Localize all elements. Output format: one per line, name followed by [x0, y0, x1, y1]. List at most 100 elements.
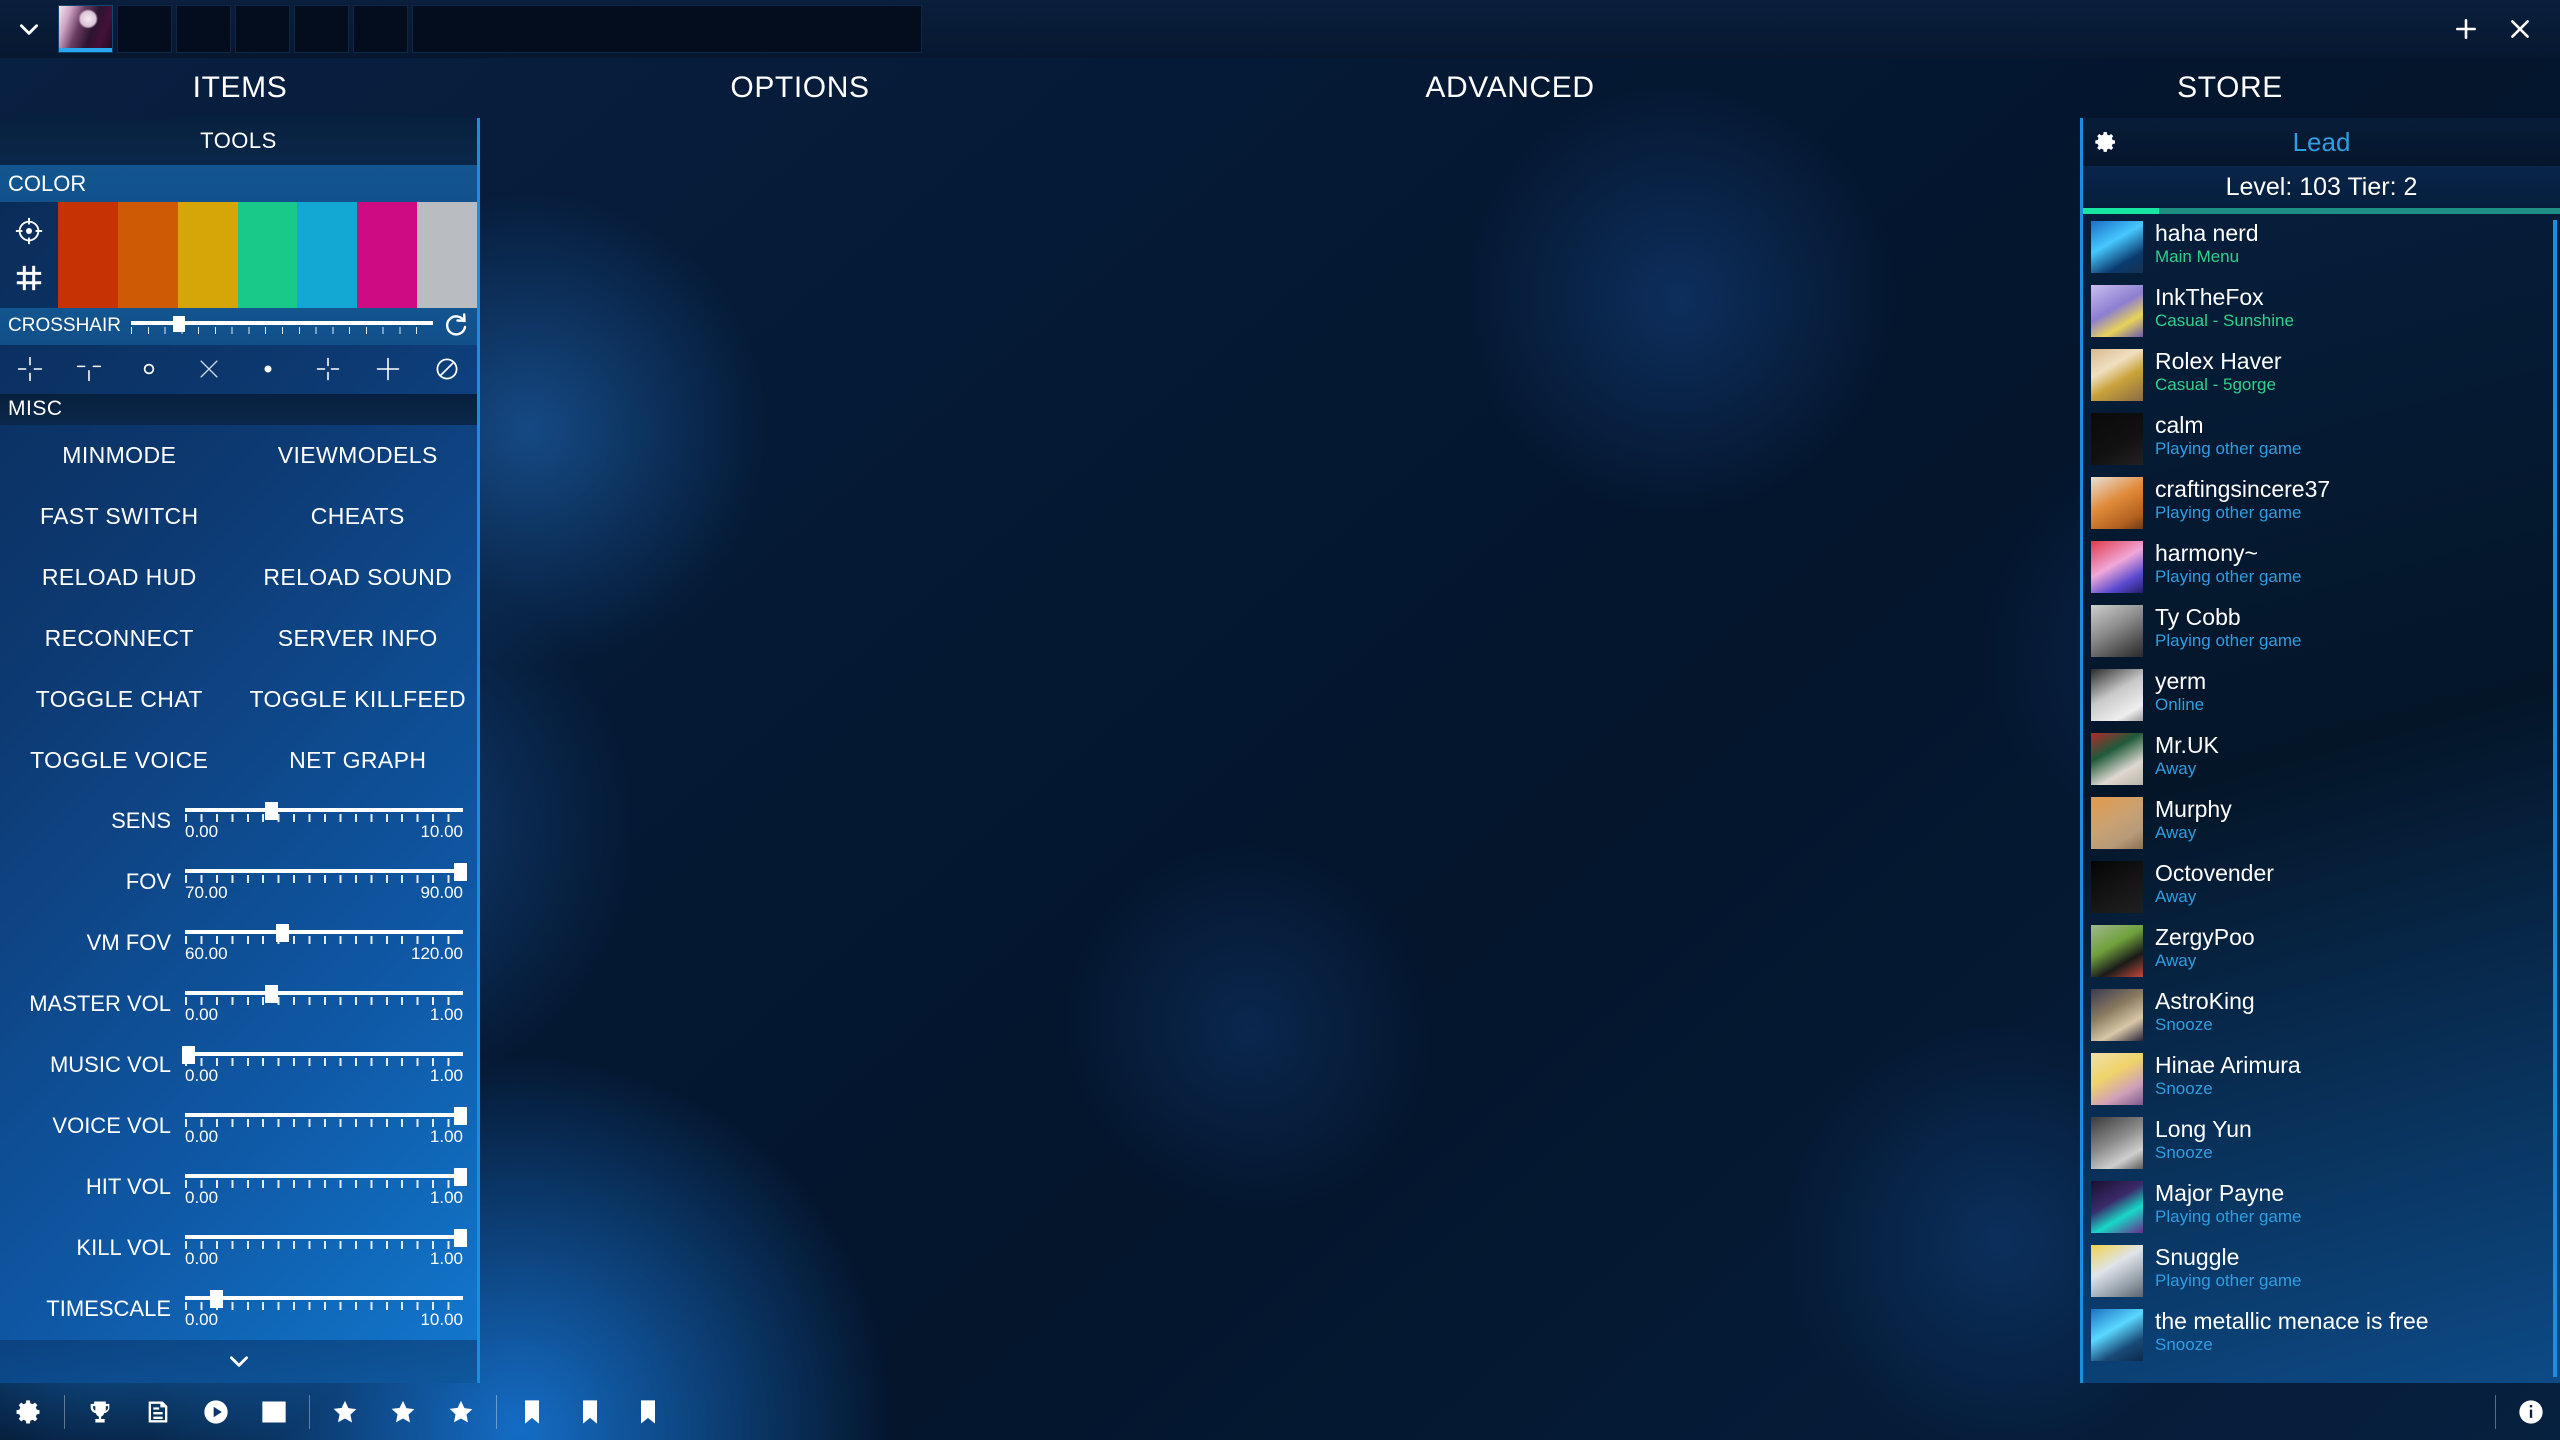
item-slot[interactable]: [176, 5, 231, 53]
gear-icon[interactable]: [0, 1383, 58, 1440]
slider-control[interactable]: 0.001.00: [185, 1103, 463, 1149]
friend-list-item[interactable]: calmPlaying other game: [2083, 410, 2560, 474]
color-swatch[interactable]: [357, 202, 417, 308]
trophy-icon[interactable]: [71, 1383, 129, 1440]
friend-list-item[interactable]: Long YunSnooze: [2083, 1114, 2560, 1178]
add-tab-button[interactable]: [2448, 11, 2484, 47]
crosshair-target-icon[interactable]: [14, 216, 44, 246]
slider-knob[interactable]: [173, 316, 185, 332]
misc-button-fast-switch[interactable]: FAST SWITCH: [0, 486, 239, 547]
friend-list-item[interactable]: InkTheFoxCasual - Sunshine: [2083, 282, 2560, 346]
crosshair-plus-gap-icon[interactable]: [0, 355, 60, 383]
slider-knob[interactable]: [454, 1107, 467, 1125]
slider-knob[interactable]: [276, 924, 289, 942]
collapse-chevron-icon[interactable]: [0, 0, 58, 58]
slider-knob[interactable]: [265, 802, 278, 820]
slider-control[interactable]: 0.0010.00: [185, 798, 463, 844]
crosshair-dot-icon[interactable]: [239, 355, 299, 383]
misc-button-viewmodels[interactable]: VIEWMODELS: [239, 425, 478, 486]
friend-list-item[interactable]: craftingsincere37Playing other game: [2083, 474, 2560, 538]
color-swatch[interactable]: [297, 202, 357, 308]
misc-button-reload-sound[interactable]: RELOAD SOUND: [239, 547, 478, 608]
star-icon[interactable]: [316, 1383, 374, 1440]
bookmark-icon[interactable]: [561, 1383, 619, 1440]
reset-refresh-icon[interactable]: [443, 313, 469, 339]
friend-list-item[interactable]: OctovenderAway: [2083, 858, 2560, 922]
misc-button-net-graph[interactable]: NET GRAPH: [239, 730, 478, 791]
misc-button-minmode[interactable]: MINMODE: [0, 425, 239, 486]
friend-list-item[interactable]: SnugglePlaying other game: [2083, 1242, 2560, 1306]
misc-button-server-info[interactable]: SERVER INFO: [239, 608, 478, 669]
slider-knob[interactable]: [210, 1290, 223, 1308]
slider-control[interactable]: 70.0090.00: [185, 859, 463, 905]
friend-list-item[interactable]: Hinae ArimuraSnooze: [2083, 1050, 2560, 1114]
slider-control[interactable]: 0.001.00: [185, 1225, 463, 1271]
slider-control[interactable]: 0.0010.00: [185, 1286, 463, 1332]
tab-store[interactable]: STORE: [1900, 58, 2560, 118]
color-section-header: COLOR: [0, 165, 477, 202]
friend-list-item[interactable]: AstroKingSnooze: [2083, 986, 2560, 1050]
slider-control[interactable]: 60.00120.00: [185, 920, 463, 966]
friend-name: craftingsincere37: [2155, 476, 2330, 503]
color-swatch[interactable]: [417, 202, 477, 308]
friend-list-item[interactable]: yermOnline: [2083, 666, 2560, 730]
item-slot[interactable]: [235, 5, 290, 53]
info-icon[interactable]: [2502, 1383, 2560, 1440]
tab-items[interactable]: ITEMS: [0, 58, 480, 118]
slider-knob[interactable]: [454, 863, 467, 881]
slider-knob[interactable]: [454, 1229, 467, 1247]
crosshair-x-icon[interactable]: [179, 355, 239, 383]
item-slot[interactable]: [294, 5, 349, 53]
tab-options[interactable]: OPTIONS: [480, 58, 1120, 118]
friend-list-item[interactable]: harmony~Playing other game: [2083, 538, 2560, 602]
friend-list-item[interactable]: Rolex HaverCasual - 5gorge: [2083, 346, 2560, 410]
friend-list-item[interactable]: MurphyAway: [2083, 794, 2560, 858]
play-icon[interactable]: [187, 1383, 245, 1440]
note-sign-icon[interactable]: [129, 1383, 187, 1440]
crosshair-size-slider[interactable]: [131, 314, 433, 338]
tab-advanced[interactable]: ADVANCED: [1120, 58, 1900, 118]
color-swatch[interactable]: [118, 202, 178, 308]
slider-knob[interactable]: [182, 1046, 195, 1064]
star-icon[interactable]: [374, 1383, 432, 1440]
misc-button-cheats[interactable]: CHEATS: [239, 486, 478, 547]
misc-button-reload-hud[interactable]: RELOAD HUD: [0, 547, 239, 608]
bookmark-icon[interactable]: [503, 1383, 561, 1440]
close-window-button[interactable]: [2502, 11, 2538, 47]
color-swatch[interactable]: [178, 202, 238, 308]
gear-icon[interactable]: [2083, 130, 2129, 154]
slider-row-fov: FOV70.0090.00: [0, 852, 477, 913]
crosshair-plus-gap-small-icon[interactable]: [298, 355, 358, 383]
item-slot[interactable]: [58, 5, 113, 53]
slider-control[interactable]: 0.001.00: [185, 1164, 463, 1210]
friend-list-item[interactable]: ZergyPooAway: [2083, 922, 2560, 986]
friend-list-item[interactable]: Major PaynePlaying other game: [2083, 1178, 2560, 1242]
item-slot[interactable]: [117, 5, 172, 53]
crosshair-none-icon[interactable]: [417, 355, 477, 383]
color-swatch[interactable]: [58, 202, 118, 308]
friend-list-item[interactable]: haha nerdMain Menu: [2083, 218, 2560, 282]
bookmark-icon[interactable]: [619, 1383, 677, 1440]
misc-button-toggle-voice[interactable]: TOGGLE VOICE: [0, 730, 239, 791]
item-slot[interactable]: [353, 5, 408, 53]
crosshair-plus-icon[interactable]: [358, 355, 418, 383]
star-icon[interactable]: [432, 1383, 490, 1440]
slider-control[interactable]: 0.001.00: [185, 981, 463, 1027]
tools-scroll-down-button[interactable]: [0, 1340, 477, 1383]
friend-list-item[interactable]: the metallic menace is freeSnooze: [2083, 1306, 2560, 1370]
friend-list-item[interactable]: Mr.UKAway: [2083, 730, 2560, 794]
crosshair-circle-icon[interactable]: [119, 355, 179, 383]
misc-button-toggle-chat[interactable]: TOGGLE CHAT: [0, 669, 239, 730]
misc-button-reconnect[interactable]: RECONNECT: [0, 608, 239, 669]
grid-hash-icon[interactable]: [14, 263, 44, 293]
crosshair-t-gap-icon[interactable]: [60, 355, 120, 383]
friends-scrollbar[interactable]: [2553, 220, 2557, 1377]
console-icon[interactable]: [245, 1383, 303, 1440]
misc-button-toggle-killfeed[interactable]: TOGGLE KILLFEED: [239, 669, 478, 730]
item-slot[interactable]: [412, 5, 922, 53]
slider-control[interactable]: 0.001.00: [185, 1042, 463, 1088]
slider-knob[interactable]: [454, 1168, 467, 1186]
friend-list-item[interactable]: Ty CobbPlaying other game: [2083, 602, 2560, 666]
color-swatch[interactable]: [238, 202, 298, 308]
slider-knob[interactable]: [265, 985, 278, 1003]
